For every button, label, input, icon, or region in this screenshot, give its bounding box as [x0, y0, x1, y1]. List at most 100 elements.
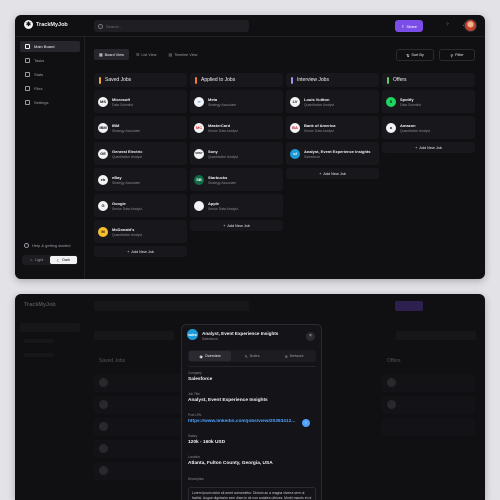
job-title-value: Analyst, Event Experience Insights — [188, 398, 268, 403]
job-card[interactable]: BA Bank of America Senior Data Analyst — [286, 116, 379, 139]
job-role: Salesforce — [304, 154, 321, 159]
sidebar-item-main-board[interactable]: Main Board — [20, 41, 80, 52]
tab-network[interactable]: ⊕ Network — [273, 351, 315, 361]
app-name: TrackMyJob — [36, 21, 68, 28]
tab-board-view[interactable]: ▦ Board View — [94, 49, 129, 60]
add-job-label: Add New Job — [227, 223, 250, 228]
job-card[interactable]: LV Louis Vuitton Quantitative Analyst — [286, 90, 379, 113]
column-title: Interview Jobs — [297, 77, 329, 83]
spotify-logo-icon: S — [386, 96, 396, 107]
sidebar-item-tasks[interactable]: Tasks — [20, 55, 80, 66]
dimmed-logo-icon — [99, 378, 108, 387]
job-card[interactable]: MC MasterCard Senior Data Analyst — [190, 116, 283, 139]
dimmed-column-title: Saved Jobs — [99, 358, 126, 364]
company-value: Salesforce — [188, 377, 213, 382]
job-card[interactable]: ∞ Meta Strategy Associate — [190, 90, 283, 113]
job-card[interactable]: M McDonald's Quantitative Analyst — [94, 220, 187, 243]
job-card[interactable]: eb eBay Strategy Associate — [94, 168, 187, 191]
sort-button[interactable]: ⇅ Sort By — [396, 49, 434, 61]
board-view-icon: ▦ — [99, 53, 103, 57]
company-name: McDonald's — [112, 226, 135, 232]
column-color-bar — [99, 76, 101, 84]
dimmed-logo-icon — [387, 400, 396, 409]
column-saved-jobs: Saved Jobs MS Microsoft Data Scientist IBM… — [94, 73, 187, 257]
help-icon — [24, 243, 29, 248]
ebay-logo-icon: eb — [98, 174, 108, 185]
salary-label: Salary — [188, 434, 198, 438]
add-job-button[interactable]: + Add New Job — [94, 246, 187, 257]
location-value: Atlanta, Fulton County, Georgia, USA — [188, 461, 273, 466]
job-card[interactable]: Apple Senior Data Analyst — [190, 194, 283, 217]
dimmed-nav-item — [24, 353, 54, 357]
dimmed-column-title: Offers — [387, 358, 401, 364]
sidebar-item-files[interactable]: Files — [20, 83, 80, 94]
sort-label: Sort By — [411, 53, 424, 57]
job-card[interactable]: a Amazon Quantitative Analyst — [382, 116, 475, 139]
dimmed-tools — [396, 331, 476, 340]
theme-dark-label: Dark — [62, 258, 71, 262]
description-textarea[interactable]: Lorem ipsum dolor sit amet consectetur. … — [188, 487, 316, 500]
job-card[interactable]: G Google Senior Data Analyst — [94, 194, 187, 217]
app-window-board: ✱ TrackMyJob Search... ⇪ Share ⁘ ♫ Main … — [15, 15, 485, 279]
search-input[interactable]: Search... — [94, 20, 249, 32]
tab-overview[interactable]: ◉ Overview — [189, 351, 231, 361]
tasks-icon — [25, 58, 30, 63]
share-icon: ⇪ — [400, 23, 405, 29]
job-role: Quantitative Analyst — [112, 154, 142, 159]
add-job-button[interactable]: + Add New Job — [190, 220, 283, 231]
job-card[interactable]: SB Starbucks Strategy Associate — [190, 168, 283, 191]
company-name: Louis Vuitton — [304, 96, 330, 102]
salary-value: 120k - 160k USD — [188, 440, 226, 445]
tab-timeline-view[interactable]: ▤ Timeline View — [163, 49, 202, 60]
sidebar-item-label: Main Board — [34, 44, 55, 49]
post-url-link[interactable]: https://www.linkedin.com/jobs/view/20393… — [188, 419, 300, 424]
stats-icon — [25, 72, 30, 77]
google-logo-icon: G — [98, 200, 108, 211]
filter-button[interactable]: ⚲ Filter — [439, 49, 475, 61]
job-card[interactable]: sf Analyst, Event Experience Insights Sale… — [286, 142, 379, 165]
description-label: Description — [188, 477, 204, 481]
dimmed-logo-icon — [99, 422, 108, 431]
dimmed-nav-item — [24, 339, 54, 343]
sidebar-item-label: Files — [34, 86, 43, 91]
job-card[interactable]: S Spotify Data Scientist — [382, 90, 475, 113]
theme-light-label: Light — [35, 258, 44, 262]
column-color-bar — [195, 76, 197, 84]
share-button[interactable]: ⇪ Share — [395, 20, 423, 32]
job-role: Strategy Associate — [208, 102, 237, 107]
close-icon[interactable]: × — [306, 332, 315, 341]
column-title: Offers — [393, 77, 407, 83]
theme-dark-option[interactable]: ☾ Dark — [50, 256, 77, 264]
sun-icon: ☼ — [29, 258, 34, 262]
add-job-button[interactable]: + Add New Job — [286, 168, 379, 179]
company-name: Apple — [208, 200, 220, 206]
theme-toggle[interactable]: ☼ Light ☾ Dark — [22, 255, 78, 265]
amazon-logo-icon: a — [386, 122, 396, 133]
avatar[interactable] — [464, 19, 477, 32]
open-link-icon[interactable]: › — [302, 419, 310, 427]
tab-list-view[interactable]: ☰ List View — [131, 49, 162, 60]
job-role: Senior Data Analyst — [208, 206, 238, 211]
help-link[interactable]: Help & getting started — [24, 243, 70, 248]
theme-light-option[interactable]: ☼ Light — [23, 256, 50, 264]
job-card[interactable]: MS Microsoft Data Scientist — [94, 90, 187, 113]
dimmed-search — [94, 301, 249, 311]
sidebar-item-stats[interactable]: Stats — [20, 69, 80, 80]
job-role: Senior Data Analyst — [112, 206, 142, 211]
app-logo[interactable]: ✱ TrackMyJob — [24, 20, 68, 29]
tab-notes[interactable]: ✎ Notes — [231, 351, 273, 361]
job-card[interactable]: GE General Electric Quantitative Analyst — [94, 142, 187, 165]
bank-of-america-logo-icon: BA — [290, 122, 300, 133]
add-job-button[interactable]: + Add New Job — [382, 142, 475, 153]
apps-icon[interactable]: ⁘ — [444, 22, 451, 29]
salesforce-logo-icon: sf — [290, 148, 300, 159]
top-bar: ✱ TrackMyJob Search... ⇪ Share ⁘ ♫ — [15, 15, 485, 37]
modal-company: Salesforce — [202, 337, 219, 341]
mastercard-logo-icon: MC — [194, 122, 204, 133]
sidebar-item-settings[interactable]: Settings — [20, 97, 80, 108]
job-card[interactable]: IBM IBM Strategy Associate — [94, 116, 187, 139]
dimmed-logo-icon — [99, 444, 108, 453]
location-label: Location — [188, 455, 201, 459]
dimmed-app-name: TrackMyJob — [24, 302, 56, 308]
job-card[interactable]: SONY Sony Quantitative Analyst — [190, 142, 283, 165]
